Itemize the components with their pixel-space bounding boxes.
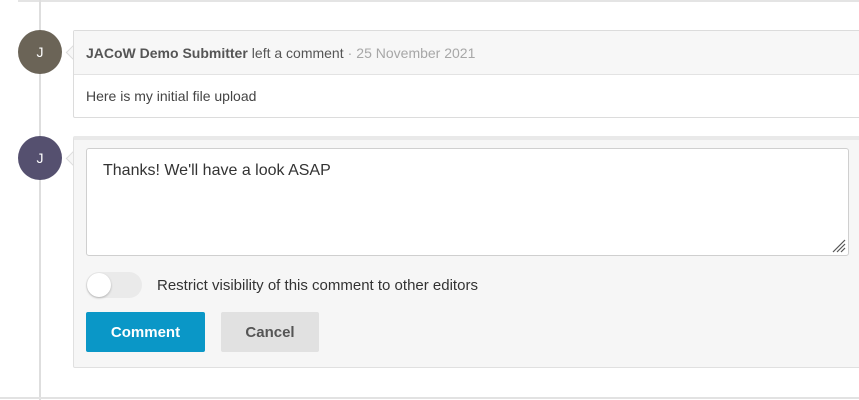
restrict-visibility-toggle[interactable] xyxy=(86,272,142,298)
comment-body: Here is my initial file upload xyxy=(74,75,859,117)
comment-timeline: J JACoW Demo Submitter left a comment · … xyxy=(0,0,859,400)
restrict-visibility-label[interactable]: Restrict visibility of this comment to o… xyxy=(157,277,478,294)
current-user-avatar: J xyxy=(18,136,62,180)
toggle-knob xyxy=(87,273,111,297)
comment-textarea-value: Thanks! We'll have a look ASAP xyxy=(103,162,331,179)
comment-separator: · xyxy=(347,44,353,61)
comment-header: JACoW Demo Submitter left a comment · 25… xyxy=(74,31,859,75)
comment-item: JACoW Demo Submitter left a comment · 25… xyxy=(73,30,859,118)
comment-textarea[interactable]: Thanks! We'll have a look ASAP xyxy=(86,148,849,256)
comment-action: left a comment xyxy=(251,44,344,61)
comment-date: 25 November 2021 xyxy=(356,44,476,61)
avatar-initial: J xyxy=(36,150,44,166)
comment-author[interactable]: JACoW Demo Submitter xyxy=(86,45,248,61)
previous-item-border xyxy=(18,0,859,2)
bottom-border xyxy=(0,397,859,399)
resize-grip-icon[interactable] xyxy=(830,237,846,253)
comment-text: Here is my initial file upload xyxy=(86,88,257,104)
avatar: J xyxy=(18,30,62,74)
cancel-button[interactable]: Cancel xyxy=(221,312,319,352)
avatar-initial: J xyxy=(36,44,44,60)
new-comment-form: Thanks! We'll have a look ASAP Restrict … xyxy=(73,136,859,368)
comment-button[interactable]: Comment xyxy=(86,312,205,352)
